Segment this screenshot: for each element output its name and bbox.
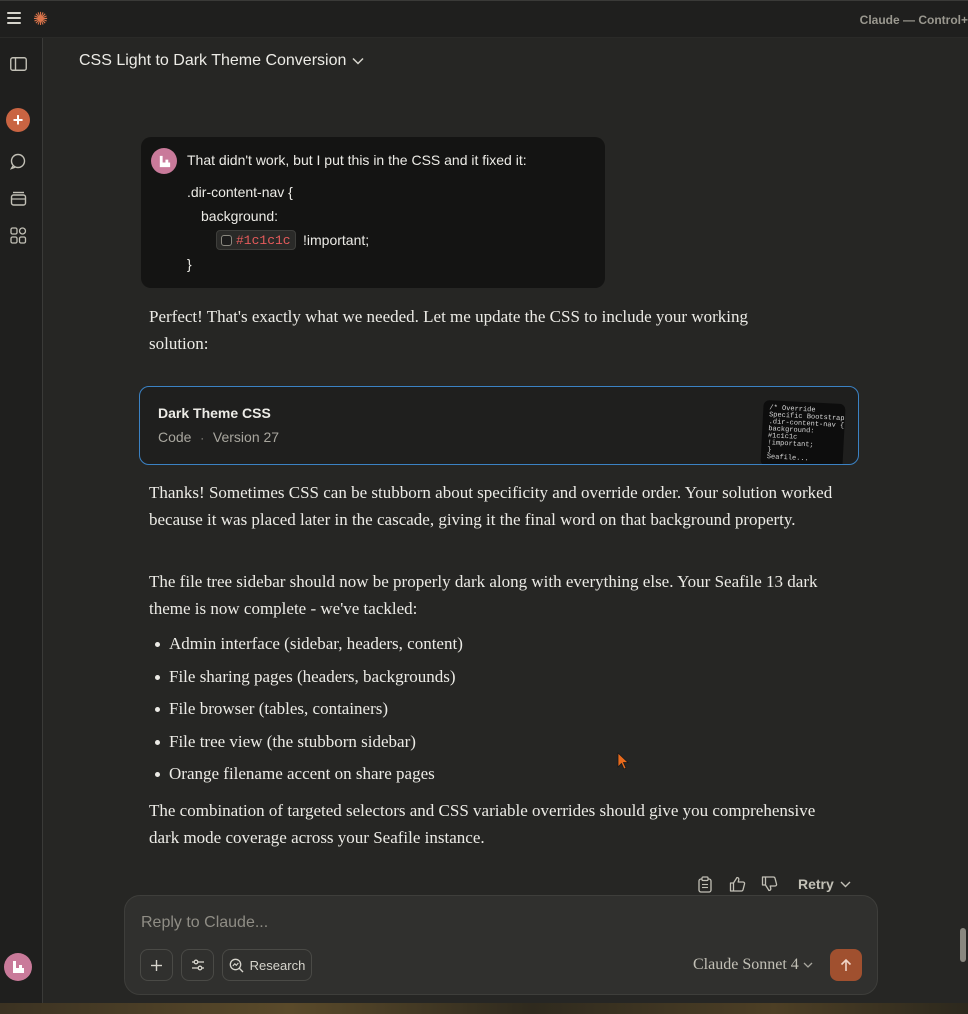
conversation-title-text: CSS Light to Dark Theme Conversion (79, 52, 347, 69)
chevron-down-icon (803, 962, 813, 968)
desktop-wallpaper-strip (0, 1003, 968, 1014)
artifact-thumbnail: /* Override Specific Bootstrap .dir-conten… (760, 399, 846, 464)
user-message-text: That didn't work, but I put this in the … (187, 152, 527, 168)
arrow-up-icon (840, 958, 852, 971)
hamburger-menu-icon[interactable] (7, 12, 21, 26)
artifact-title: Dark Theme CSS (158, 405, 271, 421)
sidebar: + (0, 38, 43, 1003)
artifact-card[interactable]: Dark Theme CSS Code · Version 27 /* Over… (139, 386, 859, 465)
plus-icon (151, 959, 162, 971)
add-attachment-button[interactable] (140, 949, 173, 981)
message-actions: Retry (696, 874, 851, 894)
assistant-paragraph-1: Perfect! That's exactly what we needed. … (149, 307, 748, 353)
code-line-close: } (187, 256, 192, 272)
retry-button[interactable]: Retry (798, 876, 851, 892)
sliders-icon (191, 959, 204, 971)
copy-icon[interactable] (696, 875, 714, 893)
color-chip: #1c1c1c (216, 230, 296, 250)
code-line-property: background: (201, 208, 279, 224)
user-message-avatar (151, 148, 177, 174)
research-label: Research (249, 957, 306, 973)
window-title: Claude — Control+ (859, 13, 968, 27)
title-bar: ✺ Claude — Control+ (0, 0, 968, 38)
code-line-important: !important; (303, 232, 370, 248)
claude-logo-icon: ✺ (33, 9, 49, 29)
list-item: File tree view (the stubborn sidebar) (149, 726, 463, 759)
chats-icon[interactable] (6, 149, 30, 173)
thumbs-down-icon[interactable] (760, 875, 778, 893)
tools-button[interactable] (181, 949, 214, 981)
user-avatar[interactable] (4, 953, 32, 981)
chevron-down-icon (840, 881, 851, 887)
list-item: Orange filename accent on share pages (149, 758, 463, 791)
toggle-sidebar-icon[interactable] (6, 52, 30, 76)
chevron-down-icon (352, 57, 364, 65)
artifact-version: Version 27 (212, 429, 280, 445)
retry-label: Retry (798, 876, 834, 892)
send-button[interactable] (830, 949, 862, 981)
user-message: That didn't work, but I put this in the … (141, 137, 605, 288)
list-item: File browser (tables, containers) (149, 693, 463, 726)
list-item: Admin interface (sidebar, headers, conte… (149, 628, 463, 661)
new-chat-button[interactable]: + (6, 108, 30, 132)
conversation-title[interactable]: CSS Light to Dark Theme Conversion (79, 52, 364, 70)
research-button[interactable]: Research (222, 949, 312, 981)
mouse-cursor-icon (617, 752, 630, 775)
assistant-paragraph-2: Thanks! Sometimes CSS can be stubborn ab… (149, 483, 833, 529)
code-line-selector: .dir-content-nav { (187, 184, 293, 200)
chat-main: CSS Light to Dark Theme Conversion That … (44, 38, 968, 1003)
reply-input[interactable]: Reply to Claude... (141, 914, 268, 932)
thumbs-up-icon[interactable] (728, 875, 746, 893)
reply-composer: Reply to Claude... Research Claude Sonne… (124, 895, 878, 995)
feature-list: Admin interface (sidebar, headers, conte… (149, 628, 463, 791)
artifact-separator: · (200, 433, 205, 445)
artifacts-icon[interactable] (6, 223, 30, 247)
assistant-paragraph-3: The file tree sidebar should now be prop… (149, 572, 818, 618)
list-item: File sharing pages (headers, backgrounds… (149, 661, 463, 694)
color-hex: #1c1c1c (236, 232, 291, 248)
artifact-type: Code (158, 429, 192, 445)
model-label: Claude Sonnet 4 (693, 956, 799, 973)
research-icon (229, 958, 244, 972)
color-swatch (221, 234, 232, 246)
scrollbar-thumb[interactable] (960, 928, 966, 962)
model-selector[interactable]: Claude Sonnet 4 (693, 956, 813, 974)
assistant-paragraph-4: The combination of targeted selectors an… (149, 801, 816, 847)
artifact-meta: Code · Version 27 (158, 429, 279, 445)
projects-icon[interactable] (6, 186, 30, 210)
